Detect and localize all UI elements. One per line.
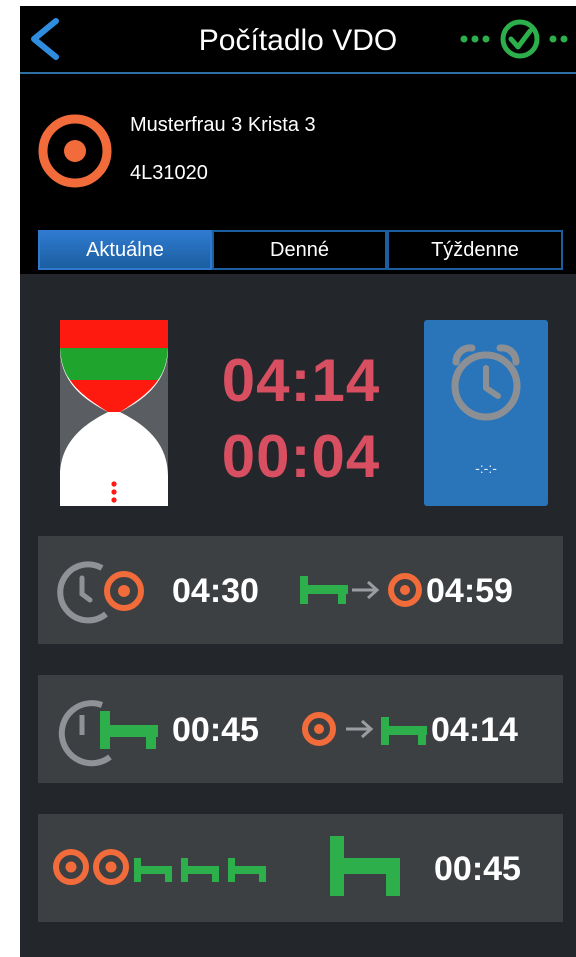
tab-daily[interactable]: Denné (212, 230, 387, 270)
tab-weekly[interactable]: Týždenne (387, 230, 563, 270)
clock-drive-icon (57, 561, 144, 624)
rest-bed-icon (381, 717, 427, 745)
row2-left-time: 00:45 (172, 711, 259, 749)
driver-panel: Musterfrau 3 Krista 3 4L31020 (20, 74, 576, 228)
period-tabs: Aktuálne Denné Týždenne (20, 228, 576, 274)
status-row-summary: 00:45 (38, 814, 563, 922)
row2-right-time: 04:14 (431, 711, 518, 749)
back-button[interactable] (22, 16, 72, 62)
alarm-button[interactable]: -:-:- (424, 320, 548, 506)
alarm-clock-icon (442, 338, 530, 426)
arrow-right-icon (346, 719, 374, 739)
driver-card-id: 4L31020 (130, 162, 208, 184)
tab-current[interactable]: Aktuálne (38, 230, 212, 270)
driving-icon (388, 573, 422, 607)
chevron-left-icon (31, 18, 59, 60)
status-row-driving: 04:30 04:59 (38, 536, 563, 644)
clock-rest-icon (58, 700, 158, 767)
driving-icon (93, 849, 129, 885)
driving-icon (302, 712, 336, 746)
row1-left-time: 04:30 (172, 572, 259, 610)
row1-right-time: 04:59 (426, 572, 513, 610)
arrow-right-icon (352, 580, 380, 600)
driving-icon (53, 849, 89, 885)
status-row-rest: 00:45 04:14 (38, 675, 563, 783)
alarm-value: -:-:- (475, 460, 497, 476)
connection-status-icon[interactable] (458, 16, 576, 62)
rest-bed-icon (300, 576, 348, 604)
rest-bed-large-icon (330, 836, 400, 896)
driver-name: Musterfrau 3 Krista 3 (130, 114, 316, 136)
driver-card-icon (36, 112, 114, 190)
top-bar: Počítadlo VDO (20, 6, 576, 74)
app-screen: Počítadlo VDO Musterfrau 3 Krista 3 4L31… (20, 6, 576, 957)
hourglass-icon (60, 320, 168, 506)
row3-right-time: 00:45 (434, 850, 521, 888)
rest-bed-icons (134, 858, 266, 882)
remaining-driving-time: 04:14 (221, 347, 381, 414)
remaining-break-time: 00:04 (221, 423, 381, 490)
